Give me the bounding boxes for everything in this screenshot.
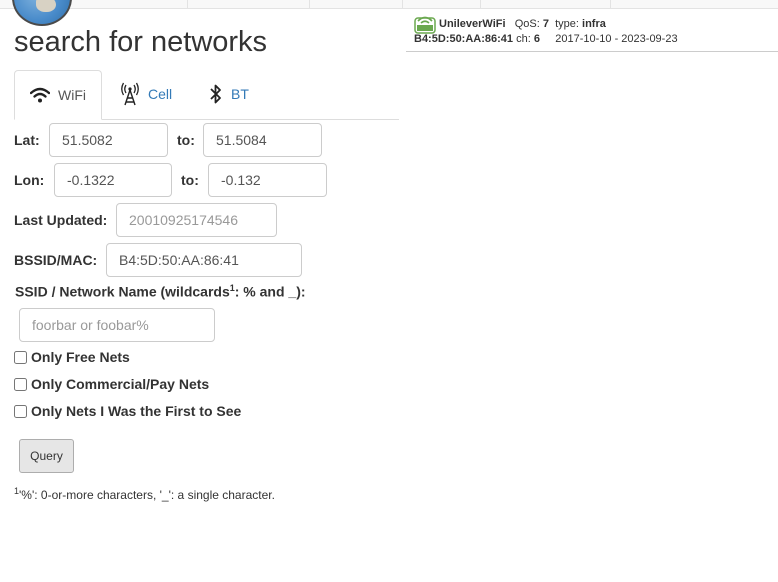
query-button[interactable]: Query [19, 439, 74, 473]
wifi-network-icon [414, 16, 436, 34]
lat-to-label: to: [177, 132, 195, 148]
bssid-input[interactable] [106, 243, 302, 277]
tab-bt[interactable]: BT [209, 70, 249, 118]
bluetooth-icon [210, 84, 221, 104]
only-first-label: Only Nets I Was the First to See [31, 403, 242, 419]
ssid-input[interactable] [19, 308, 215, 342]
page-title: search for networks [14, 26, 268, 58]
last-updated-input[interactable] [116, 203, 277, 237]
ssid-label: SSID / Network Name (wildcards1: % and _… [15, 283, 306, 300]
result-list-item[interactable]: UnileverWiFi QoS: 7 type: infra B4:5D:50… [406, 10, 778, 52]
logo-globe-icon[interactable] [12, 0, 72, 26]
qos-label: QoS: [514, 18, 540, 30]
lon-to-label: to: [181, 172, 199, 188]
qos-value: 7 [542, 18, 549, 30]
wifi-icon [30, 87, 50, 103]
type-value: infra [582, 18, 606, 30]
only-commercial-check[interactable] [14, 377, 27, 391]
only-free-check[interactable] [14, 350, 27, 364]
result-line-2: B4:5D:50:AA:86:41 ch: 6 2017-10-10 - 202… [414, 33, 678, 45]
tab-cell[interactable]: Cell [120, 70, 172, 118]
ssid-label-text-post: : % and _): [234, 283, 306, 300]
cell-tower-icon [121, 82, 139, 106]
lon-label: Lon: [14, 172, 45, 188]
network-type-tabs: WiFi Cell BT [14, 70, 399, 120]
result-ssid[interactable]: UnileverWiFi [439, 18, 506, 30]
lon-to-input[interactable] [208, 163, 327, 197]
result-bssid: B4:5D:50:AA:86:41 [414, 33, 514, 45]
only-first-checkbox[interactable]: Only Nets I Was the First to See [14, 403, 241, 419]
ch-value: 6 [533, 33, 540, 45]
lat-to-input[interactable] [203, 123, 322, 157]
only-first-check[interactable] [14, 404, 27, 418]
wildcard-footnote: 1'%': 0-or-more characters, '_': a singl… [14, 486, 275, 502]
navbar-divider [480, 0, 481, 8]
result-line-1: UnileverWiFi QoS: 7 type: infra [414, 14, 606, 34]
only-free-checkbox[interactable]: Only Free Nets [14, 349, 130, 365]
bssid-label: BSSID/MAC: [14, 252, 98, 268]
ch-label: ch: [516, 33, 531, 45]
top-navbar [0, 0, 778, 9]
only-commercial-checkbox[interactable]: Only Commercial/Pay Nets [14, 376, 209, 392]
result-dates: 2017-10-10 - 2023-09-23 [555, 33, 678, 45]
type-label: type: [555, 18, 579, 30]
lon-from-input[interactable] [54, 163, 172, 197]
navbar-divider [187, 0, 188, 8]
footnote-text: '%': 0-or-more characters, '_': a single… [19, 488, 275, 502]
navbar-divider [610, 0, 611, 8]
lat-label: Lat: [14, 132, 40, 148]
lat-from-input[interactable] [49, 123, 168, 157]
navbar-divider [309, 0, 310, 8]
tab-label: WiFi [58, 87, 86, 103]
tab-label: Cell [148, 86, 173, 102]
only-commercial-label: Only Commercial/Pay Nets [31, 376, 210, 392]
tab-label: BT [231, 86, 249, 102]
navbar-divider [402, 0, 403, 8]
ssid-label-text: SSID / Network Name (wildcards [15, 283, 230, 300]
only-free-label: Only Free Nets [31, 349, 130, 365]
last-updated-label: Last Updated: [14, 212, 108, 228]
tab-wifi[interactable]: WiFi [14, 70, 102, 120]
